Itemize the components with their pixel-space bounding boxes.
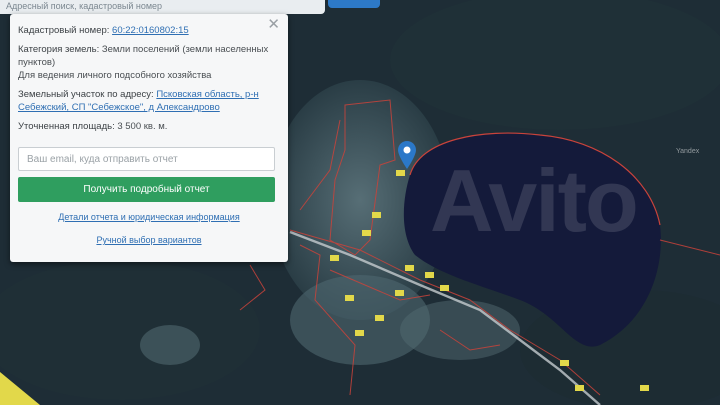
area-value: 3 500 кв. м. bbox=[117, 121, 168, 132]
manual-selection-link[interactable]: Ручной выбор вариантов bbox=[96, 235, 201, 245]
cadastral-number-row: Кадастровый номер: 60:22:0160802:15 bbox=[18, 24, 280, 37]
cadastral-number-link[interactable]: 60:22:0160802:15 bbox=[112, 25, 189, 36]
address-row: Земельный участок по адресу: Псковская о… bbox=[18, 88, 280, 114]
search-button[interactable] bbox=[328, 0, 380, 8]
manual-selection-link-row: Ручной выбор вариантов bbox=[18, 234, 280, 247]
report-details-link[interactable]: Детали отчета и юридическая информация bbox=[58, 212, 239, 222]
land-category-row: Категория земель: Земли поселений (земли… bbox=[18, 43, 280, 82]
avito-watermark: Avito bbox=[430, 151, 639, 250]
area-label: Уточненная площадь: bbox=[18, 121, 115, 132]
close-icon[interactable]: ✕ bbox=[267, 17, 280, 32]
get-report-button[interactable]: Получить подробный отчет bbox=[18, 177, 275, 202]
land-category-label: Категория земель: bbox=[18, 44, 100, 55]
search-input[interactable]: Адресный поиск, кадастровый номер bbox=[0, 0, 325, 14]
cadastral-number-label: Кадастровый номер: bbox=[18, 25, 110, 36]
area-row: Уточненная площадь: 3 500 кв. м. bbox=[18, 120, 280, 133]
location-pin-icon[interactable] bbox=[398, 141, 416, 171]
address-label: Земельный участок по адресу: bbox=[18, 89, 154, 100]
cadastral-info-panel: ✕ Кадастровый номер: 60:22:0160802:15 Ка… bbox=[10, 14, 288, 262]
map-attribution: Yandex bbox=[676, 148, 700, 155]
report-details-link-row: Детали отчета и юридическая информация bbox=[18, 211, 280, 224]
land-usage-value: Для ведения личного подсобного хозяйства bbox=[18, 70, 212, 81]
email-field[interactable] bbox=[18, 147, 275, 171]
